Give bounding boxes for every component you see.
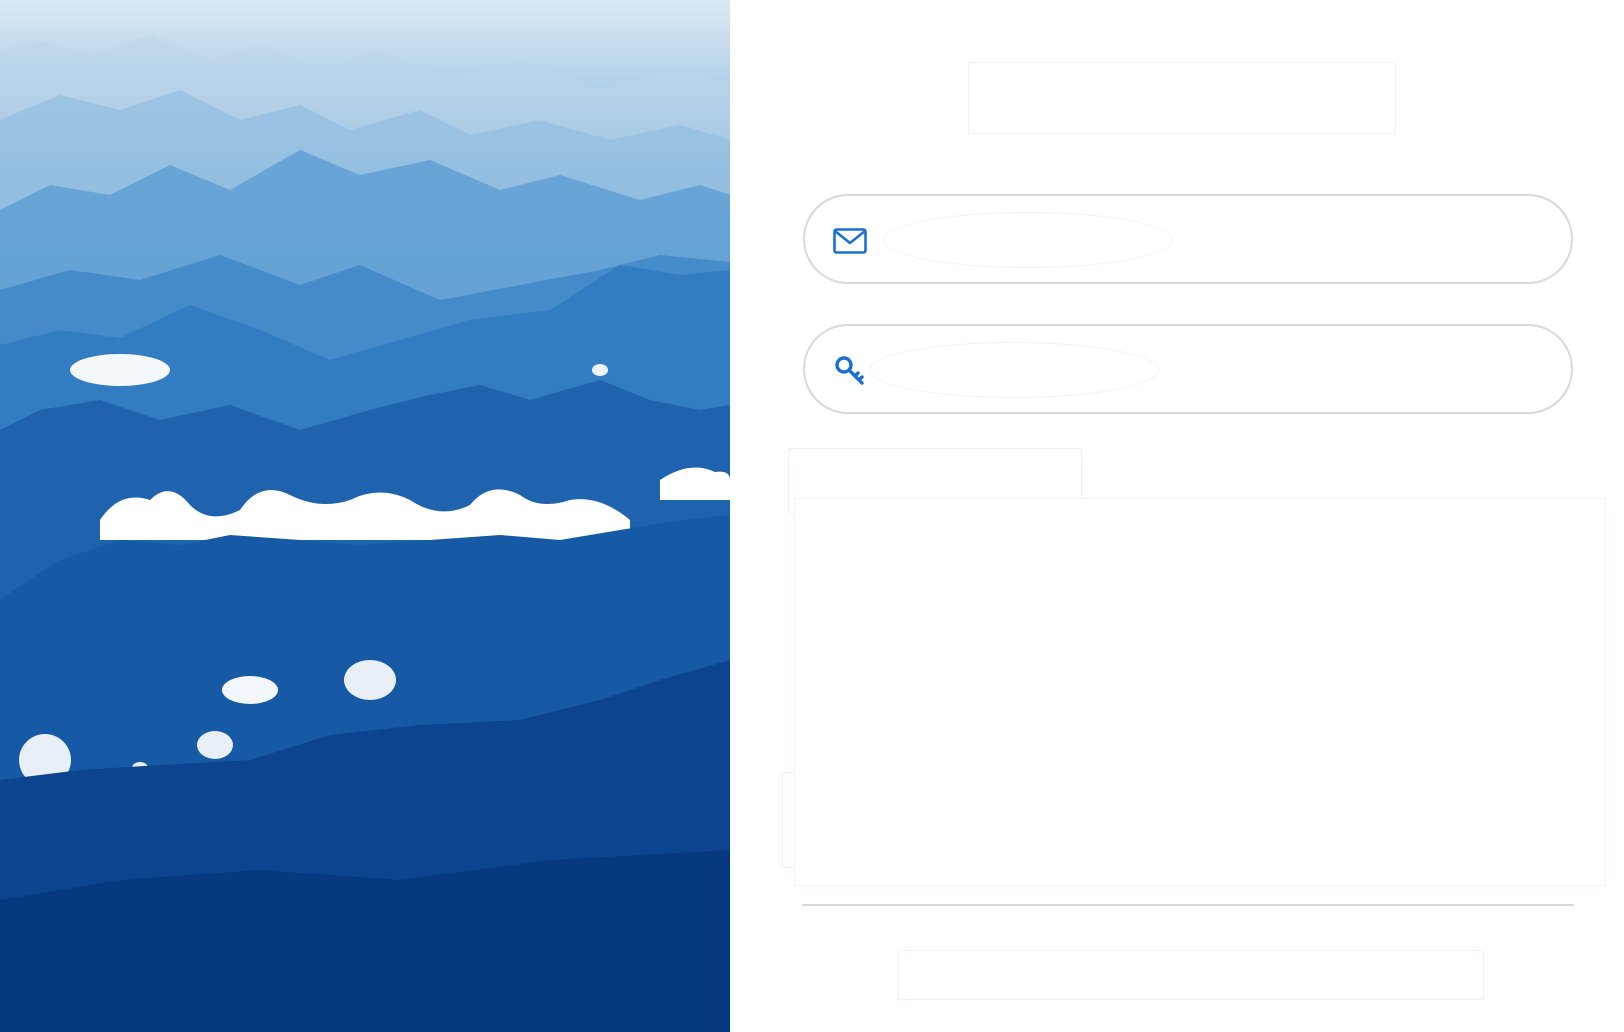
envelope-icon xyxy=(833,224,867,258)
password-input[interactable] xyxy=(869,342,1159,398)
key-icon xyxy=(833,354,867,388)
logo-placeholder xyxy=(968,62,1396,134)
mountain-illustration xyxy=(0,35,730,1032)
password-field-container[interactable] xyxy=(803,324,1573,414)
login-panel xyxy=(730,0,1624,1032)
captcha-frame[interactable] xyxy=(794,498,1606,886)
divider xyxy=(802,904,1574,906)
login-page xyxy=(0,0,1624,1032)
email-input[interactable] xyxy=(883,212,1173,268)
hero-image xyxy=(0,0,730,1032)
email-field-container[interactable] xyxy=(803,194,1573,284)
footer-link-placeholder[interactable] xyxy=(898,950,1484,1000)
